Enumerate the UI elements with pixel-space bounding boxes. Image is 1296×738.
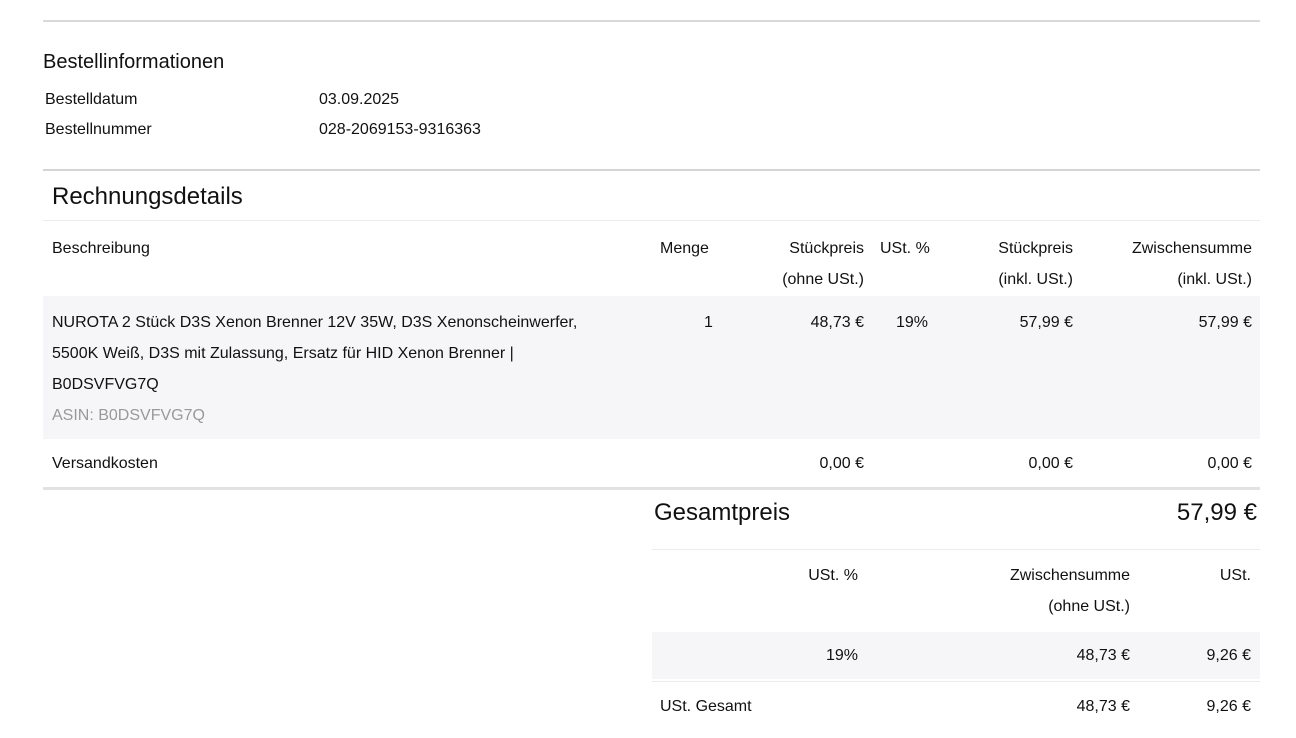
vat-row-vat: 9,26 € [1206, 647, 1251, 664]
item-description-line1: NUROTA 2 Stück D3S Xenon Brenner 12V 35W… [52, 314, 578, 331]
invoice-title-divider [43, 220, 1260, 221]
header-unit-price-net: Stückpreis (ohne USt.) [740, 233, 864, 295]
item-unit-price-net: 48,73 € [810, 314, 864, 331]
order-info-title: Bestellinformationen [43, 51, 225, 73]
vat-total-subtotal-net: 48,73 € [1076, 698, 1130, 715]
vat-header-pct: USt. % [808, 567, 858, 584]
header-unit-price-gross-line1: Stückpreis [998, 240, 1073, 257]
vat-header-subtotal-net: Zwischensumme (ohne USt.) [960, 560, 1130, 622]
section-divider [43, 169, 1260, 171]
item-quantity: 1 [704, 314, 713, 331]
header-unit-price-net-line1: Stückpreis [789, 240, 864, 257]
shipping-subtotal-gross: 0,00 € [1207, 455, 1252, 472]
total-value: 57,99 € [1176, 499, 1257, 526]
item-description-line3: B0DSVFVG7Q [52, 376, 159, 393]
vat-total-label: USt. Gesamt [660, 698, 752, 715]
order-date-label: Bestelldatum [45, 91, 138, 108]
header-subtotal-gross-line1: Zwischensumme [1131, 240, 1252, 257]
header-unit-price-gross: Stückpreis (inkl. USt.) [950, 233, 1073, 295]
top-divider [43, 20, 1260, 22]
item-unit-price-gross: 57,99 € [1019, 314, 1073, 331]
vat-total-vat: 9,26 € [1206, 698, 1251, 715]
header-unit-price-net-line2: (ohne USt.) [782, 271, 864, 288]
vat-header-vat: USt. [1219, 567, 1251, 584]
total-label: Gesamtpreis [654, 499, 791, 526]
vat-row-subtotal-net: 48,73 € [1076, 647, 1130, 664]
vat-row-divider [652, 681, 1260, 682]
shipping-label: Versandkosten [52, 455, 158, 472]
header-unit-price-gross-line2: (inkl. USt.) [998, 271, 1073, 288]
item-asin: ASIN: B0DSVFVG7Q [52, 407, 205, 424]
order-date-value: 03.09.2025 [319, 91, 400, 108]
header-quantity: Menge [660, 240, 709, 257]
shipping-unit-price-net: 0,00 € [819, 455, 864, 472]
header-description: Beschreibung [52, 240, 150, 257]
header-subtotal-gross-line2: (inkl. USt.) [1177, 271, 1252, 288]
item-description: NUROTA 2 Stück D3S Xenon Brenner 12V 35W… [52, 307, 642, 431]
header-vat-pct: USt. % [880, 240, 930, 257]
table-bottom-divider [43, 487, 1260, 490]
vat-header-subtotal-net-line2: (ohne USt.) [1048, 598, 1130, 615]
vat-row-pct: 19% [825, 647, 858, 664]
total-divider [652, 549, 1260, 550]
order-number-value: 028-2069153-9316363 [319, 121, 481, 138]
invoice-title: Rechnungsdetails [52, 183, 243, 210]
shipping-unit-price-gross: 0,00 € [1028, 455, 1073, 472]
item-vat-pct: 19% [896, 314, 929, 331]
order-number-label: Bestellnummer [45, 121, 152, 138]
header-subtotal-gross: Zwischensumme (inkl. USt.) [1100, 233, 1252, 295]
item-description-line2: 5500K Weiß, D3S mit Zulassung, Ersatz fü… [52, 345, 514, 362]
vat-header-subtotal-net-line1: Zwischensumme [1009, 567, 1130, 584]
item-subtotal-gross: 57,99 € [1198, 314, 1252, 331]
